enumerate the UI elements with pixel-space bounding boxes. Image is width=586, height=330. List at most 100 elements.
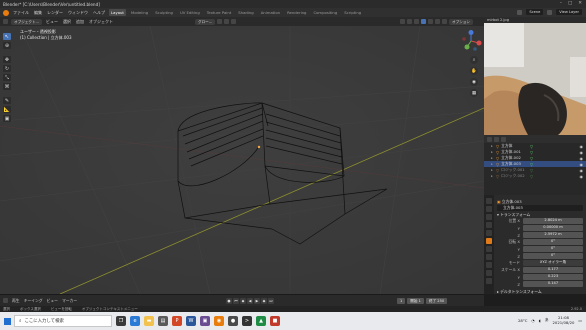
minimize-button[interactable]: –	[560, 1, 562, 6]
rendered-shading-icon[interactable]	[442, 19, 447, 24]
menu-help[interactable]: ヘルプ	[92, 10, 106, 16]
location-x-field[interactable]: 2.8024 m	[523, 218, 583, 224]
play-icon[interactable]: ▶	[254, 297, 260, 304]
cursor-tool-icon[interactable]: ⊕	[3, 42, 11, 49]
gizmo-icon[interactable]	[407, 19, 412, 24]
zoom-icon[interactable]: ⌕	[470, 56, 478, 64]
tab-shading[interactable]: Shading	[236, 9, 255, 16]
snap-icon[interactable]	[224, 19, 230, 24]
measure-tool-icon[interactable]: 📐	[3, 106, 11, 113]
maximize-button[interactable]: □	[568, 1, 572, 6]
edge-browser-icon[interactable]: e	[130, 316, 140, 326]
ime-indicator[interactable]: あ	[545, 317, 549, 323]
close-button[interactable]: ✕	[578, 1, 582, 6]
outliner-row[interactable]: ▸ ▽ ロジック.002 ▽ ◉	[484, 173, 586, 179]
location-z-field[interactable]: 2.5972 m	[523, 232, 583, 238]
eye-icon[interactable]: ◉	[580, 150, 584, 155]
eye-icon[interactable]: ◉	[580, 156, 584, 161]
editor-type-icon[interactable]	[3, 19, 8, 24]
play-reverse-icon[interactable]: ◀	[247, 297, 253, 304]
timeline-editor-icon[interactable]	[3, 298, 8, 303]
scale-z-field[interactable]: 0.147	[523, 281, 583, 287]
start-frame-field[interactable]: 開始 1	[407, 297, 424, 304]
next-key-icon[interactable]: ◆	[261, 297, 267, 304]
visibility-icon[interactable]	[400, 19, 405, 24]
record-icon[interactable]: ●	[226, 297, 232, 304]
menu-edit[interactable]: 編集	[33, 10, 43, 16]
proportional-edit-icon[interactable]	[231, 19, 237, 24]
scene-tab-icon[interactable]	[486, 222, 492, 228]
material-shading-icon[interactable]	[435, 19, 440, 24]
menu-render[interactable]: レンダー	[46, 10, 64, 16]
word-icon[interactable]: W	[186, 316, 196, 326]
world-tab-icon[interactable]	[486, 230, 492, 236]
menu-add[interactable]: 追加	[75, 19, 85, 25]
rotation-y-field[interactable]: 0°	[523, 246, 583, 252]
tab-layout[interactable]: Layout	[109, 9, 126, 16]
eye-icon[interactable]: ◉	[580, 174, 584, 179]
transform-section-header[interactable]: ▾ トランスフォーム	[497, 211, 583, 218]
volume-icon[interactable]: ◖	[539, 318, 541, 323]
eye-icon[interactable]: ◉	[580, 168, 584, 173]
tab-modeling[interactable]: Modeling	[129, 9, 150, 16]
wireframe-shading-icon[interactable]	[421, 19, 426, 24]
camera-view-icon[interactable]: ◉	[470, 78, 478, 86]
menu-file[interactable]: ファイル	[12, 10, 30, 16]
eye-icon[interactable]: ◉	[580, 144, 584, 149]
pan-hand-icon[interactable]: ✋	[470, 67, 478, 75]
app-green-icon[interactable]: ▲	[256, 316, 266, 326]
weather-indicator[interactable]: 28°C	[518, 318, 527, 323]
menu-window[interactable]: ウィンドウ	[67, 10, 89, 16]
menu-marker[interactable]: マーカー	[62, 298, 77, 304]
mode-dropdown[interactable]: オブジェクト...	[11, 18, 42, 25]
menu-select[interactable]: 選択	[62, 19, 72, 25]
scale-tool-icon[interactable]: ⤡	[3, 74, 11, 81]
display-mode-icon[interactable]	[494, 136, 499, 142]
tab-rendering[interactable]: Rendering	[285, 9, 308, 16]
select-box-tool-icon[interactable]: ↖	[3, 33, 11, 40]
end-frame-field[interactable]: 終了 250	[425, 297, 448, 304]
output-tab-icon[interactable]	[486, 214, 492, 220]
add-cube-tool-icon[interactable]: ▣	[3, 115, 11, 122]
start-button[interactable]	[0, 312, 14, 330]
scene-field[interactable]: Scene	[526, 9, 544, 15]
menu-playback[interactable]: 再生	[12, 298, 20, 304]
annotate-tool-icon[interactable]: ✎	[3, 97, 11, 104]
file-explorer-icon[interactable]: ▬	[144, 316, 154, 326]
outliner-editor-icon[interactable]	[487, 136, 492, 142]
3d-viewport[interactable]: ユーザー・透視投影 (1) Collection | 立方体.003 ⌕ ✋ ◉…	[0, 26, 484, 294]
jump-end-icon[interactable]: ⏭	[268, 297, 274, 304]
physics-tab-icon[interactable]	[486, 254, 492, 260]
transform-orientation-dropdown[interactable]: グロー...	[195, 18, 216, 25]
app-red-icon[interactable]: ■	[270, 316, 280, 326]
tab-animation[interactable]: Animation	[259, 9, 282, 16]
perspective-toggle-icon[interactable]: ▦	[470, 89, 478, 97]
scale-x-field[interactable]: 0.177	[523, 267, 583, 273]
tab-sculpting[interactable]: Sculpting	[153, 9, 175, 16]
solid-shading-icon[interactable]	[428, 19, 433, 24]
store-icon[interactable]: ▤	[158, 316, 168, 326]
options-dropdown[interactable]: オプション	[449, 18, 473, 25]
data-tab-icon[interactable]	[486, 270, 492, 276]
obs-icon[interactable]: ●	[228, 316, 238, 326]
menu-timeline-view[interactable]: ビュー	[47, 298, 58, 304]
powerpoint-icon[interactable]: P	[172, 316, 182, 326]
blender-taskbar-icon[interactable]: ◉	[214, 316, 224, 326]
jump-start-icon[interactable]: ⏮	[233, 297, 239, 304]
task-view-icon[interactable]: ❐	[116, 316, 126, 326]
rotation-x-field[interactable]: 0°	[523, 239, 583, 245]
delta-transform-section-header[interactable]: ▸ デルタトランスフォーム	[497, 288, 583, 295]
tab-uv-editing[interactable]: UV Editing	[178, 9, 202, 16]
tab-scripting[interactable]: Scripting	[342, 9, 363, 16]
navigation-gizmo[interactable]	[460, 30, 482, 52]
clock[interactable]: 21:08 2021/08/20	[553, 315, 575, 325]
transform-tool-icon[interactable]: ⌘	[3, 83, 11, 90]
view-layer-field[interactable]: View Layer	[556, 9, 582, 15]
scale-y-field[interactable]: 0.223	[523, 274, 583, 280]
taskbar-search-box[interactable]: ⌕ ここに入力して検索	[14, 315, 112, 327]
terminal-icon[interactable]: >	[242, 316, 252, 326]
material-tab-icon[interactable]	[486, 278, 492, 284]
constraint-tab-icon[interactable]	[486, 262, 492, 268]
eye-icon[interactable]: ◉	[580, 162, 584, 167]
rotation-z-field[interactable]: 0°	[523, 253, 583, 259]
